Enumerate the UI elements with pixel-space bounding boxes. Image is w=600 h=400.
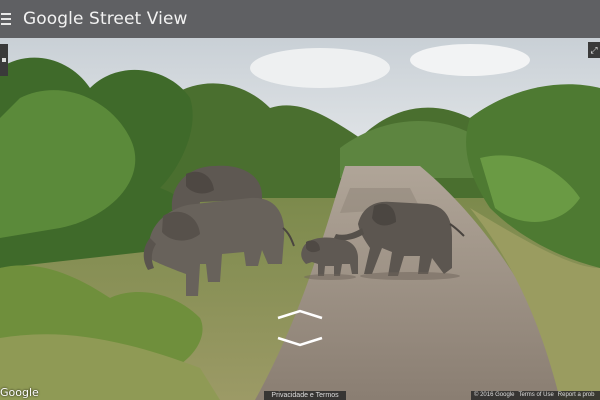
hamburger-menu-icon[interactable] <box>1 13 15 25</box>
copyright-text: © 2016 Google <box>474 392 515 398</box>
elephant-shadow <box>360 272 460 280</box>
calf-shadow <box>304 274 356 280</box>
app-header: Google Street View <box>0 0 600 38</box>
cloud <box>410 44 530 76</box>
chevron-up-icon[interactable] <box>276 308 324 320</box>
expand-icon[interactable]: ⤢ <box>588 42 600 58</box>
terms-of-use-link[interactable]: Terms of Use <box>518 391 553 400</box>
report-problem-link[interactable]: Report a prob <box>558 391 595 400</box>
side-panel-toggle[interactable] <box>0 44 8 76</box>
app-title: Google Street View <box>23 9 188 29</box>
chevron-down-icon[interactable] <box>276 336 324 348</box>
footer-bar: © 2016 Google Terms of Use Report a prob <box>471 391 600 400</box>
cloud <box>250 48 390 88</box>
google-logo: Google <box>0 386 39 399</box>
privacy-terms-link[interactable]: Privacidade e Termos <box>264 391 346 400</box>
